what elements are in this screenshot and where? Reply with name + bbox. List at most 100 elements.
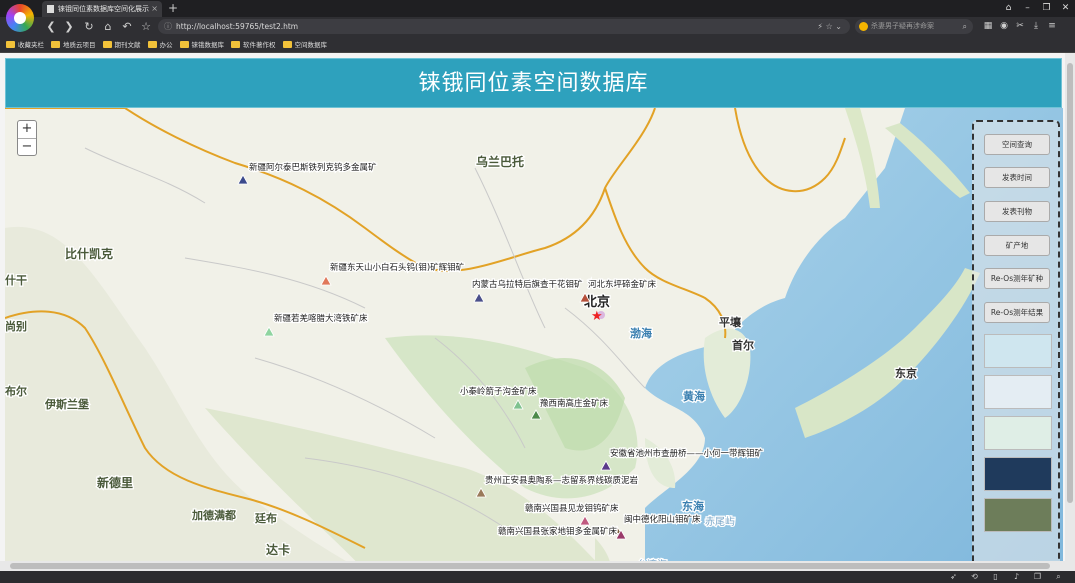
deposit-button[interactable]: 矿产地 bbox=[984, 235, 1050, 256]
deposit-label: 新疆阿尔泰巴斯铁列克钨多金属矿 bbox=[249, 162, 377, 173]
deposit-marker[interactable] bbox=[512, 399, 524, 410]
horizontal-scrollbar[interactable] bbox=[0, 561, 1065, 571]
deposit-label: 赣南兴国县张家地钼多金属矿床 bbox=[498, 526, 618, 537]
bookmark-item[interactable]: 空间数据库 bbox=[282, 36, 327, 52]
history-icon[interactable]: ⟲ bbox=[964, 571, 985, 583]
place-label-kathmandu: 加德满都 bbox=[191, 508, 236, 522]
bookmark-item[interactable]: 办公 bbox=[147, 36, 173, 52]
spatial-query-button[interactable]: 空间查询 bbox=[984, 134, 1050, 155]
vertical-scrollbar[interactable] bbox=[1065, 53, 1075, 571]
new-tab-button[interactable]: + bbox=[168, 0, 178, 16]
browser-tab[interactable]: 铼锇同位素数据库空间化展示 × bbox=[42, 1, 162, 17]
deposit-label: 新疆若羌喀腊大湾铁矿床 bbox=[274, 313, 368, 324]
browser-toolbar: ❮ ❯ ↻ ⌂ ↶ ☆ ⓘ http://localhost:59765/tes… bbox=[0, 17, 1075, 36]
beijing-star-icon[interactable]: ★ bbox=[591, 309, 603, 324]
home-icon[interactable]: ⌂ bbox=[99, 17, 117, 36]
deposit-marker[interactable] bbox=[475, 487, 487, 498]
place-label-tokyo: 东京 bbox=[895, 366, 917, 380]
address-bar[interactable]: ⓘ http://localhost:59765/test2.htm ⚡ ☆ ⌄ bbox=[158, 19, 850, 34]
window-controls: ⌂ – ❐ ✕ bbox=[999, 0, 1075, 17]
deposit-marker[interactable] bbox=[263, 326, 275, 337]
deposit-label: 内蒙古乌拉特后旗查干花钼矿 bbox=[472, 279, 583, 290]
bookmarks-bar: 收藏夹栏 地质云项目 期刊文献 办公 铼锇数据库 软件著作权 空间数据库 bbox=[0, 36, 1075, 53]
place-label-east_sea: 东海 bbox=[682, 499, 704, 513]
bookmark-item[interactable]: 期刊文献 bbox=[102, 36, 141, 52]
deposit-label: 闽中德化阳山钼矿床 bbox=[624, 514, 701, 525]
zoom-out-button[interactable]: − bbox=[18, 138, 36, 155]
place-label-thimphu: 廷布 bbox=[254, 511, 277, 525]
zoom-in-button[interactable]: + bbox=[18, 121, 36, 138]
folder-icon bbox=[179, 40, 189, 48]
rocket-icon[interactable]: ➶ bbox=[943, 571, 964, 583]
deposit-label: 赣南兴国县见龙钼钨矿床 bbox=[525, 503, 619, 514]
undo-icon[interactable]: ↶ bbox=[118, 17, 136, 36]
browser-logo[interactable] bbox=[6, 4, 34, 32]
horizontal-scroll-thumb[interactable] bbox=[10, 563, 1050, 569]
page-header: 铼锇同位素空间数据库 bbox=[5, 58, 1062, 108]
zoom-control: + − bbox=[17, 120, 37, 156]
reos-result-button[interactable]: Re-Os测年结果 bbox=[984, 302, 1050, 323]
window-icon[interactable]: ❐ bbox=[1027, 571, 1048, 583]
tab-close-icon[interactable]: × bbox=[151, 1, 158, 17]
maximize-icon[interactable]: ❐ bbox=[1037, 0, 1056, 17]
basemap-thumb-5[interactable] bbox=[984, 498, 1052, 532]
menu-icon[interactable]: ≡ bbox=[1044, 17, 1060, 36]
deposit-label: 安徽省池州市查册桥——小何一带辉钼矿 bbox=[610, 448, 764, 459]
forward-icon[interactable]: ❯ bbox=[60, 17, 78, 36]
place-label-left1: 什干 bbox=[5, 273, 27, 287]
bookmark-item[interactable]: 收藏夹栏 bbox=[6, 36, 44, 52]
deposit-marker[interactable] bbox=[320, 275, 332, 286]
folder-icon bbox=[102, 40, 112, 48]
map-viewport[interactable]: 乌兰巴托 比什凯克 北京 渤海 平壤 首尔 黄海 东京 伊斯兰堡 新德里 加德满都 廷布 达卡 东海 赤尾屿… bbox=[5, 108, 1063, 571]
folder-icon bbox=[6, 40, 15, 48]
folder-icon bbox=[147, 40, 157, 48]
basemap-thumb-4[interactable] bbox=[984, 457, 1052, 491]
deposit-marker[interactable] bbox=[600, 460, 612, 471]
minimize-icon[interactable]: – bbox=[1018, 0, 1037, 17]
site-info-icon[interactable]: ⓘ bbox=[164, 19, 172, 34]
vertical-scroll-thumb[interactable] bbox=[1067, 63, 1073, 503]
deposit-label: 小秦岭箭子沟金矿床 bbox=[460, 386, 537, 397]
reload-icon[interactable]: ↻ bbox=[80, 17, 98, 36]
deposit-marker[interactable] bbox=[530, 409, 542, 420]
journal-button[interactable]: 发表刊物 bbox=[984, 201, 1050, 222]
scissors-icon[interactable]: ✂ bbox=[1012, 17, 1028, 36]
basemap-thumb-2[interactable] bbox=[984, 375, 1052, 409]
publish-time-button[interactable]: 发表时间 bbox=[984, 167, 1050, 188]
folder-icon bbox=[51, 40, 60, 48]
reos-mineral-button[interactable]: Re-Os测年矿种 bbox=[984, 268, 1050, 289]
trash-icon[interactable]: ▯ bbox=[985, 571, 1006, 583]
deposit-marker[interactable] bbox=[473, 292, 485, 303]
download-icon[interactable]: ⤓ bbox=[1028, 17, 1044, 36]
deposit-label: 豫西南高庄金矿床 bbox=[540, 398, 609, 409]
address-url: http://localhost:59765/test2.htm bbox=[176, 22, 299, 31]
bookmark-item[interactable]: 铼锇数据库 bbox=[179, 36, 224, 52]
place-label-islamabad: 伊斯兰堡 bbox=[44, 397, 89, 411]
search-input[interactable]: 杀妻男子疑再涉命案 ⌕ bbox=[855, 19, 973, 34]
star-icon[interactable]: ☆ bbox=[137, 17, 155, 36]
place-label-new_delhi: 新德里 bbox=[97, 475, 133, 490]
folder-icon bbox=[231, 40, 240, 48]
side-panel: 空间查询 发表时间 发表刊物 矿产地 Re-Os测年矿种 Re-Os测年结果 bbox=[972, 120, 1060, 567]
search-placeholder: 杀妻男子疑再涉命案 bbox=[871, 22, 934, 30]
close-icon[interactable]: ✕ bbox=[1056, 0, 1075, 17]
volume-icon[interactable]: ♪ bbox=[1006, 571, 1027, 583]
page-title: 铼锇同位素空间数据库 bbox=[418, 71, 649, 96]
bookmark-item[interactable]: 软件著作权 bbox=[231, 36, 276, 52]
bookmark-item[interactable]: 地质云项目 bbox=[51, 36, 96, 52]
place-label-left2: 尚别 bbox=[5, 319, 27, 333]
deposit-marker[interactable] bbox=[579, 515, 591, 526]
search-icon[interactable]: ⌕ bbox=[963, 19, 967, 34]
deposit-marker[interactable] bbox=[237, 174, 249, 185]
place-label-dhaka: 达卡 bbox=[266, 542, 290, 557]
game-icon[interactable]: ◉ bbox=[996, 17, 1012, 36]
place-label-seoul: 首尔 bbox=[732, 338, 754, 352]
back-icon[interactable]: ❮ bbox=[42, 17, 60, 36]
pin-icon[interactable]: ⌂ bbox=[999, 0, 1018, 17]
zoom-icon[interactable]: ⌕ bbox=[1048, 571, 1069, 583]
basemap-thumb-3[interactable] bbox=[984, 416, 1052, 450]
grid-icon[interactable]: ▦ bbox=[980, 17, 996, 36]
basemap-thumb-1[interactable] bbox=[984, 334, 1052, 368]
web-page: 铼锇同位素空间数据库 乌兰巴托 比什凯克 北京 渤海 平壤 首尔 黄海 东京 伊… bbox=[0, 53, 1075, 571]
bookmark-star-icon[interactable]: ⚡ ☆ ⌄ bbox=[817, 19, 842, 34]
